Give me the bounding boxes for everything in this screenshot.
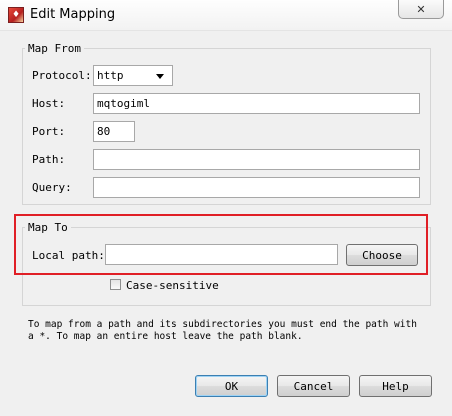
query-field[interactable]	[93, 177, 420, 198]
path-field[interactable]	[93, 149, 420, 170]
highlight-box	[14, 214, 428, 275]
host-label: Host:	[32, 97, 66, 110]
port-label: Port:	[32, 125, 66, 138]
app-icon: ♦	[8, 7, 24, 23]
protocol-label: Protocol:	[32, 69, 92, 82]
path-label: Path:	[32, 153, 66, 166]
case-sensitive-label: Case-sensitive	[126, 279, 219, 292]
help-note: To map from a path and its subdirectorie…	[28, 319, 417, 342]
query-label: Query:	[32, 181, 72, 194]
close-button[interactable]: ✕	[398, 0, 444, 19]
protocol-select[interactable]: http	[93, 65, 173, 86]
chevron-down-icon	[156, 74, 164, 79]
ok-button[interactable]: OK	[195, 375, 268, 397]
title-bar: ♦ Edit Mapping ✕	[0, 0, 452, 31]
case-sensitive-checkbox[interactable]	[110, 279, 121, 290]
map-from-legend: Map From	[25, 42, 84, 55]
port-field[interactable]: 80	[93, 121, 135, 142]
host-field[interactable]: mqtogiml	[93, 93, 420, 114]
close-icon: ✕	[416, 2, 426, 16]
cancel-button[interactable]: Cancel	[277, 375, 350, 397]
help-button[interactable]: Help	[359, 375, 432, 397]
protocol-value: http	[97, 69, 124, 82]
window-title: Edit Mapping	[30, 7, 116, 22]
